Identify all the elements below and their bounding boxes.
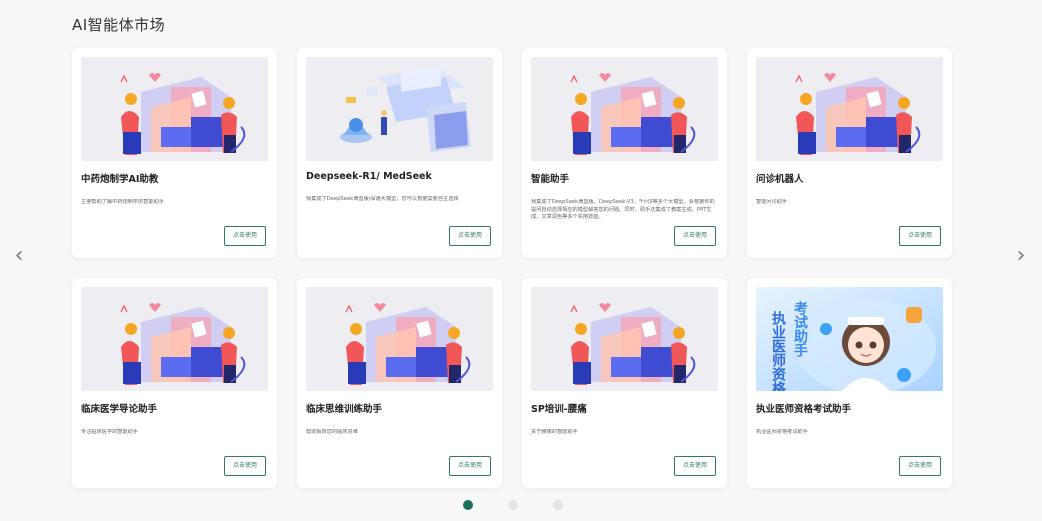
agent-card: 临床思维训练助手 帮助锻炼您的临床思维 点击使用	[297, 278, 502, 488]
card-description: 执业医师资格考试助手	[756, 429, 808, 435]
card-description: 智能问诊助手	[756, 199, 788, 205]
chevron-left-icon[interactable]: ‹	[12, 245, 26, 267]
use-button[interactable]: 点击使用	[224, 226, 266, 246]
use-button[interactable]: 点击使用	[674, 226, 716, 246]
pagination-dot[interactable]	[508, 500, 518, 510]
chevron-right-icon[interactable]: ›	[1014, 245, 1028, 267]
card-title: 问诊机器人	[756, 174, 804, 185]
card-description: 关于腰痛的智能助手	[531, 429, 578, 435]
use-button[interactable]: 点击使用	[449, 226, 491, 246]
agent-card: 问诊机器人 智能问诊助手 点击使用	[747, 48, 952, 258]
use-button[interactable]: 点击使用	[899, 226, 941, 246]
card-description: 专注临床医学的智能助手	[81, 429, 139, 435]
use-button[interactable]: 点击使用	[224, 456, 266, 476]
agent-card: 执业医师资格 考试助手 执业医师资格考试助手 执业医师资格考试助手 点击使用	[747, 278, 952, 488]
use-button[interactable]: 点击使用	[674, 456, 716, 476]
card-image: 执业医师资格 考试助手	[756, 287, 943, 391]
card-image	[81, 57, 268, 161]
people-illustration	[81, 57, 268, 161]
people-illustration	[306, 287, 493, 391]
agent-card: 智能助手 我集成了DeepSeek满血版、DeepSeek-V3、千问3等多个大…	[522, 48, 727, 258]
card-description: 我集成了DeepSeek满血版、DeepSeek-V3、千问3等多个大模型，会根…	[531, 199, 715, 221]
svg-text:考试助手: 考试助手	[792, 300, 808, 358]
card-image	[756, 57, 943, 161]
card-description: 我集成了DeepSeek满血版/深速大模型，您可以根据需要自主选择	[306, 196, 459, 202]
card-image	[306, 287, 493, 391]
agent-card: Deepseek-R1/ MedSeek 我集成了DeepSeek满血版/深速大…	[297, 48, 502, 258]
card-image	[531, 57, 718, 161]
card-image	[306, 57, 493, 161]
tech-illustration	[306, 57, 493, 161]
svg-text:执业医师资格: 执业医师资格	[770, 310, 786, 391]
card-title: Deepseek-R1/ MedSeek	[306, 171, 432, 182]
people-illustration	[531, 287, 718, 391]
use-button[interactable]: 点击使用	[899, 456, 941, 476]
card-title: 智能助手	[531, 174, 570, 185]
pagination-dots	[463, 500, 563, 510]
people-illustration	[756, 57, 943, 161]
agent-card: 中药炮制学AI助教 主要帮助了解中药炮制学的智能助手 点击使用	[72, 48, 277, 258]
card-title: SP培训-腰痛	[531, 404, 587, 415]
people-illustration	[531, 57, 718, 161]
card-description: 帮助锻炼您的临床思维	[306, 429, 358, 435]
card-image	[531, 287, 718, 391]
page-title: AI智能体市场	[72, 16, 166, 34]
agent-card: SP培训-腰痛 关于腰痛的智能助手 点击使用	[522, 278, 727, 488]
card-title: 临床医学导论助手	[81, 404, 158, 415]
exam-illustration: 执业医师资格 考试助手	[756, 287, 943, 391]
card-description: 主要帮助了解中药炮制学的智能助手	[81, 199, 165, 205]
pagination-dot[interactable]	[463, 500, 473, 510]
agent-card-grid: 中药炮制学AI助教 主要帮助了解中药炮制学的智能助手 点击使用 Deepseek…	[72, 48, 952, 488]
card-image	[81, 287, 268, 391]
card-title: 中药炮制学AI助教	[81, 174, 159, 185]
people-illustration	[81, 287, 268, 391]
pagination-dot[interactable]	[553, 500, 563, 510]
use-button[interactable]: 点击使用	[449, 456, 491, 476]
agent-card: 临床医学导论助手 专注临床医学的智能助手 点击使用	[72, 278, 277, 488]
card-title: 执业医师资格考试助手	[756, 404, 852, 415]
card-title: 临床思维训练助手	[306, 404, 383, 415]
